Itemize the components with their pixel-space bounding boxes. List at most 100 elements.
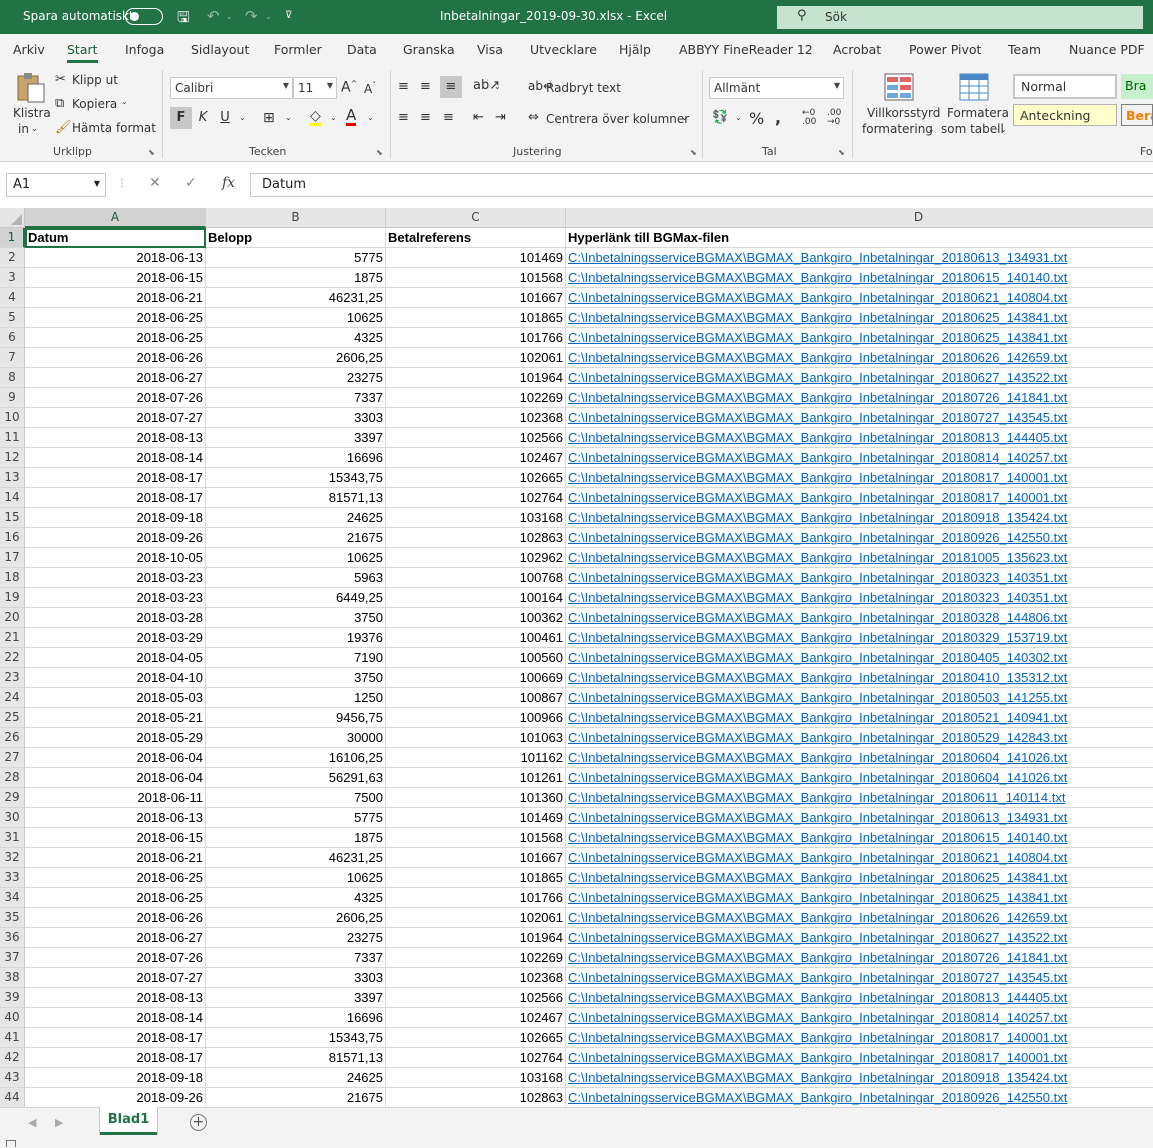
conditional-formatting-label-2[interactable]: formatering [862, 122, 933, 136]
increase-decimal-icon[interactable]: ←0.00 [802, 109, 816, 127]
cell-datum[interactable]: 2018-09-26 [25, 528, 206, 548]
row-header[interactable]: 36 [0, 928, 25, 948]
cell-datum[interactable]: 2018-06-11 [25, 788, 206, 808]
cell-betalreferens[interactable]: 100461 [386, 628, 566, 648]
cell-betalreferens[interactable]: 100669 [386, 668, 566, 688]
cell-hyperlank[interactable]: C:\InbetalningsserviceBGMAX\BGMAX_Bankgi… [566, 428, 1153, 448]
tab-acrobat[interactable]: Acrobat [833, 42, 881, 57]
header-cell-belopp[interactable]: Belopp [206, 228, 386, 248]
column-header-b[interactable]: B [206, 208, 386, 228]
cell-betalreferens[interactable]: 101865 [386, 308, 566, 328]
cell-belopp[interactable]: 3750 [206, 668, 386, 688]
cell-datum[interactable]: 2018-05-03 [25, 688, 206, 708]
tab-infoga[interactable]: Infoga [125, 42, 164, 57]
clipboard-launcher-icon[interactable]: ⬊ [148, 148, 155, 157]
fill-color-dropdown-icon[interactable]: ⌄ [330, 113, 337, 122]
cell-hyperlank[interactable]: C:\InbetalningsserviceBGMAX\BGMAX_Bankgi… [566, 908, 1153, 928]
cell-belopp[interactable]: 2606,25 [206, 348, 386, 368]
cell-hyperlank[interactable]: C:\InbetalningsserviceBGMAX\BGMAX_Bankgi… [566, 828, 1153, 848]
cell-datum[interactable]: 2018-06-15 [25, 828, 206, 848]
cell-belopp[interactable]: 6449,25 [206, 588, 386, 608]
cell-belopp[interactable]: 3303 [206, 968, 386, 988]
redo-dropdown-icon[interactable]: ⌄ [265, 12, 272, 21]
shrink-font-icon[interactable]: Aˇ [364, 81, 376, 96]
cell-belopp[interactable]: 16696 [206, 448, 386, 468]
copy-button[interactable]: Kopiera [72, 97, 117, 111]
undo-dropdown-icon[interactable]: ⌄ [226, 12, 233, 21]
cell-betalreferens[interactable]: 102061 [386, 348, 566, 368]
cell-betalreferens[interactable]: 102863 [386, 1088, 566, 1107]
row-header[interactable]: 4 [0, 288, 25, 308]
row-header[interactable]: 3 [0, 268, 25, 288]
cell-betalreferens[interactable]: 102665 [386, 1028, 566, 1048]
align-right-icon[interactable]: ≡ [443, 110, 454, 125]
cell-belopp[interactable]: 3750 [206, 608, 386, 628]
cell-datum[interactable]: 2018-10-05 [25, 548, 206, 568]
cell-betalreferens[interactable]: 102566 [386, 988, 566, 1008]
row-header[interactable]: 15 [0, 508, 25, 528]
cell-style-bra[interactable]: Bra [1121, 74, 1153, 99]
cell-hyperlank[interactable]: C:\InbetalningsserviceBGMAX\BGMAX_Bankgi… [566, 488, 1153, 508]
cell-datum[interactable]: 2018-08-17 [25, 1048, 206, 1068]
cell-belopp[interactable]: 15343,75 [206, 468, 386, 488]
row-header[interactable]: 27 [0, 748, 25, 768]
cell-belopp[interactable]: 23275 [206, 368, 386, 388]
cell-hyperlank[interactable]: C:\InbetalningsserviceBGMAX\BGMAX_Bankgi… [566, 508, 1153, 528]
cell-betalreferens[interactable]: 102962 [386, 548, 566, 568]
row-header[interactable]: 30 [0, 808, 25, 828]
cell-betalreferens[interactable]: 102863 [386, 528, 566, 548]
column-header-a[interactable]: A [25, 208, 206, 228]
cell-betalreferens[interactable]: 101469 [386, 808, 566, 828]
cell-betalreferens[interactable]: 101964 [386, 368, 566, 388]
row-header[interactable]: 35 [0, 908, 25, 928]
cell-datum[interactable]: 2018-06-25 [25, 308, 206, 328]
cell-datum[interactable]: 2018-06-04 [25, 768, 206, 788]
cell-hyperlank[interactable]: C:\InbetalningsserviceBGMAX\BGMAX_Bankgi… [566, 728, 1153, 748]
cell-datum[interactable]: 2018-07-27 [25, 408, 206, 428]
format-as-table-dropdown-icon[interactable]: ⌄ [1000, 125, 1007, 134]
copy-dropdown-icon[interactable]: ⌄ [121, 97, 128, 106]
borders-icon[interactable]: ⊞ [263, 110, 275, 126]
row-header[interactable]: 37 [0, 948, 25, 968]
font-color-dropdown-icon[interactable]: ⌄ [367, 113, 374, 122]
row-header[interactable]: 32 [0, 848, 25, 868]
cell-datum[interactable]: 2018-05-29 [25, 728, 206, 748]
cell-belopp[interactable]: 5963 [206, 568, 386, 588]
cell-datum[interactable]: 2018-07-26 [25, 948, 206, 968]
row-header[interactable]: 19 [0, 588, 25, 608]
tab-data[interactable]: Data [347, 42, 377, 57]
undo-icon[interactable]: ↶ [207, 7, 220, 25]
increase-indent-icon[interactable]: ⇥ [495, 110, 506, 125]
row-header[interactable]: 9 [0, 388, 25, 408]
underline-button[interactable]: U [214, 107, 236, 129]
row-header[interactable]: 1 [0, 228, 25, 248]
cell-belopp[interactable]: 30000 [206, 728, 386, 748]
tab-sidlayout[interactable]: Sidlayout [191, 42, 249, 57]
row-header[interactable]: 34 [0, 888, 25, 908]
cell-datum[interactable]: 2018-06-13 [25, 808, 206, 828]
cell-hyperlank[interactable]: C:\InbetalningsserviceBGMAX\BGMAX_Bankgi… [566, 408, 1153, 428]
cell-belopp[interactable]: 1250 [206, 688, 386, 708]
format-as-table-label-2[interactable]: som tabell [941, 122, 1004, 136]
cell-betalreferens[interactable]: 102269 [386, 388, 566, 408]
cell-belopp[interactable]: 5775 [206, 248, 386, 268]
add-sheet-button[interactable]: + [190, 1114, 207, 1131]
conditional-formatting-dropdown-icon[interactable]: ⌄ [928, 125, 935, 134]
row-header[interactable]: 24 [0, 688, 25, 708]
cell-datum[interactable]: 2018-03-23 [25, 588, 206, 608]
cell-datum[interactable]: 2018-09-26 [25, 1088, 206, 1107]
column-header-d[interactable]: D [566, 208, 1153, 228]
cell-hyperlank[interactable]: C:\InbetalningsserviceBGMAX\BGMAX_Bankgi… [566, 848, 1153, 868]
cell-datum[interactable]: 2018-09-18 [25, 1068, 206, 1088]
cell-hyperlank[interactable]: C:\InbetalningsserviceBGMAX\BGMAX_Bankgi… [566, 868, 1153, 888]
cell-datum[interactable]: 2018-08-13 [25, 428, 206, 448]
format-painter-icon[interactable]: 🖌 [55, 120, 72, 135]
tab-team[interactable]: Team [1008, 42, 1041, 57]
row-header[interactable]: 16 [0, 528, 25, 548]
row-header[interactable]: 31 [0, 828, 25, 848]
cell-betalreferens[interactable]: 100362 [386, 608, 566, 628]
cell-betalreferens[interactable]: 103168 [386, 1068, 566, 1088]
cell-belopp[interactable]: 7500 [206, 788, 386, 808]
prev-sheet-icon[interactable]: ◀ [28, 1116, 36, 1129]
cell-belopp[interactable]: 1875 [206, 828, 386, 848]
